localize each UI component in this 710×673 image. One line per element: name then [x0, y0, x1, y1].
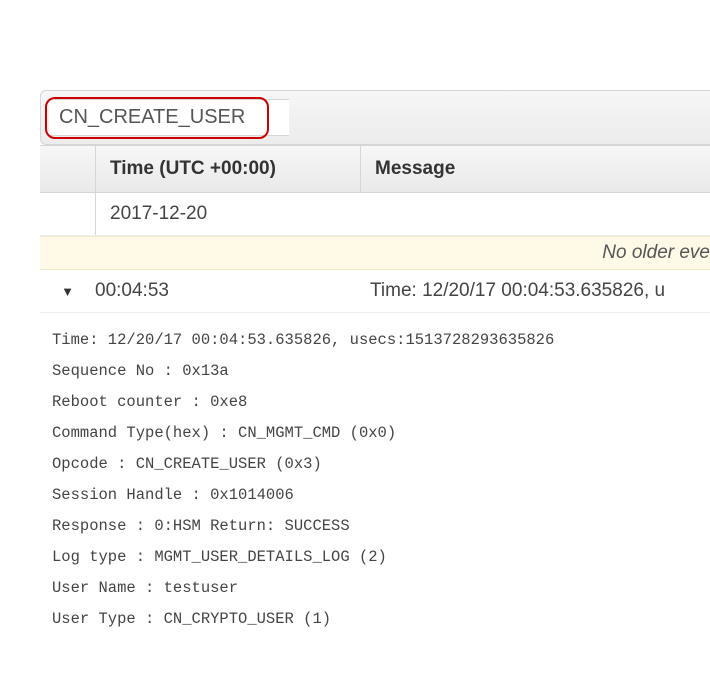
search-bar — [40, 90, 710, 145]
date-group-row: 2017-12-20 — [40, 193, 710, 236]
log-viewer: Time (UTC +00:00) Message 2017-12-20 No … — [0, 0, 710, 635]
event-time: 00:04:53 — [95, 270, 360, 312]
log-event-row[interactable]: ▼ 00:04:53 Time: 12/20/17 00:04:53.63582… — [40, 270, 710, 313]
event-details: Time: 12/20/17 00:04:53.635826, usecs:15… — [40, 313, 710, 635]
table-header-row: Time (UTC +00:00) Message — [40, 146, 710, 193]
expand-column-header — [40, 146, 96, 192]
event-message: Time: 12/20/17 00:04:53.635826, u — [360, 270, 710, 312]
time-column-header[interactable]: Time (UTC +00:00) — [96, 146, 361, 192]
search-input[interactable] — [49, 99, 289, 136]
message-column-header[interactable]: Message — [361, 146, 710, 192]
caret-down-icon: ▼ — [61, 284, 74, 299]
log-table: Time (UTC +00:00) Message 2017-12-20 No … — [40, 145, 710, 313]
expand-toggle[interactable]: ▼ — [40, 274, 95, 309]
date-group-label: 2017-12-20 — [96, 193, 221, 235]
spacer — [40, 193, 96, 235]
no-older-events-banner: No older eve — [40, 236, 710, 270]
